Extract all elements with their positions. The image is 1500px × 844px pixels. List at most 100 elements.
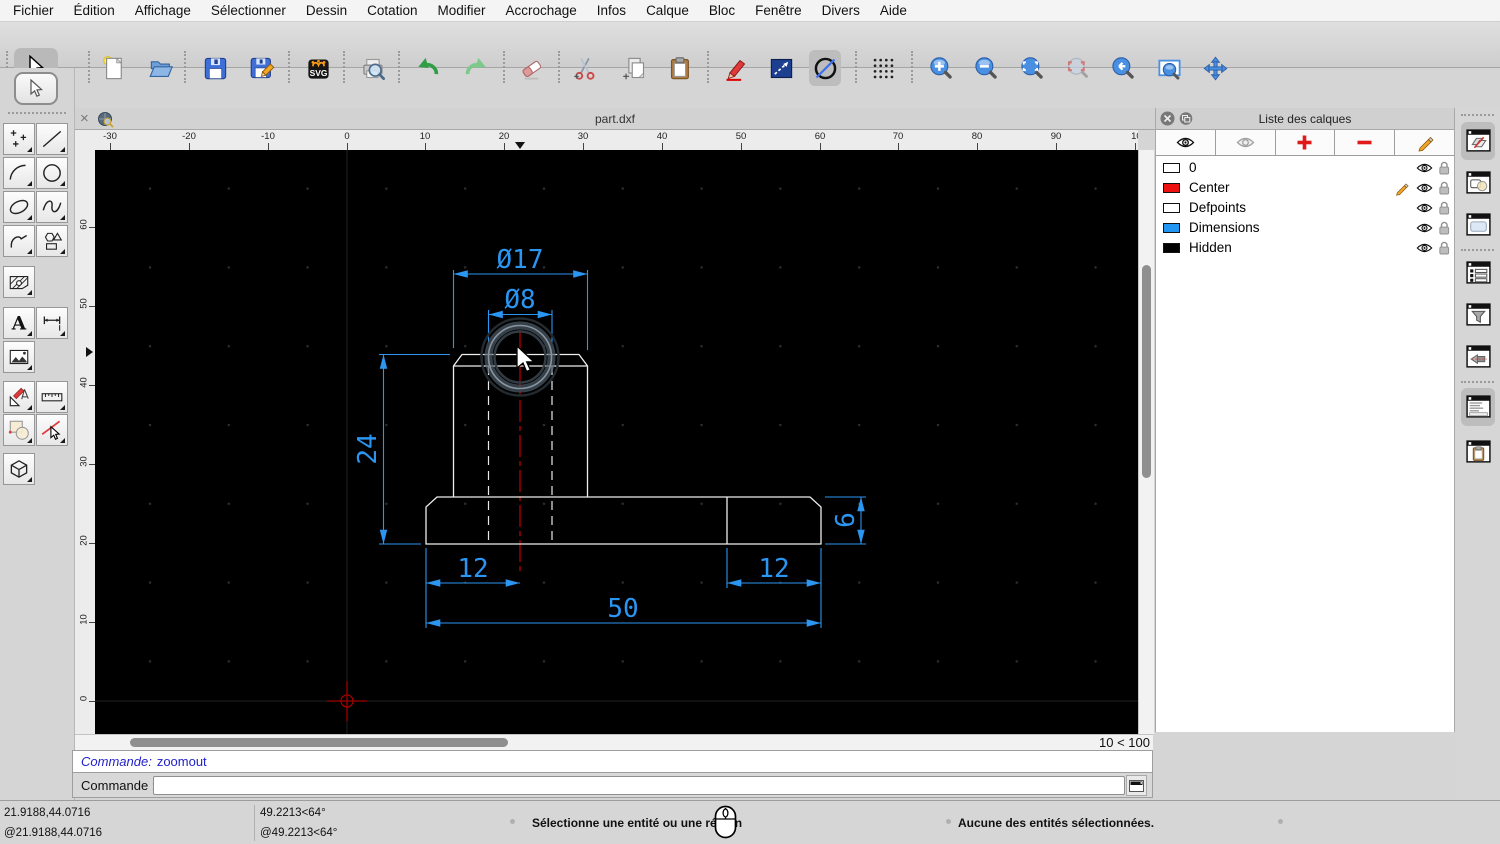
menu-affichage[interactable]: Affichage xyxy=(135,3,191,18)
show-all-layers-button[interactable] xyxy=(1156,130,1216,155)
menu-divers[interactable]: Divers xyxy=(822,3,860,18)
layer-row-0[interactable]: 0 xyxy=(1156,158,1454,178)
dimension-tool-button[interactable] xyxy=(36,307,68,339)
draft-mode-button[interactable] xyxy=(809,50,841,86)
layer-visibility-icon[interactable] xyxy=(1416,242,1433,254)
menu-accrochage[interactable]: Accrochage xyxy=(505,3,576,18)
dock-command-widget-button[interactable] xyxy=(1461,388,1495,426)
menu-dessin[interactable]: Dessin xyxy=(306,3,347,18)
zoom-out-button[interactable] xyxy=(969,50,1001,86)
menu-edition[interactable]: Édition xyxy=(74,3,115,18)
menu-infos[interactable]: Infos xyxy=(597,3,626,18)
layer-row-dimensions[interactable]: Dimensions xyxy=(1156,218,1454,238)
grid-toggle-button[interactable] xyxy=(867,50,899,86)
menu-fenetre[interactable]: Fenêtre xyxy=(755,3,802,18)
layer-color-chip[interactable] xyxy=(1163,243,1180,253)
vertical-scrollbar-thumb[interactable] xyxy=(1142,265,1151,478)
dock-exploration-button[interactable] xyxy=(1463,342,1493,372)
points-tool-button[interactable] xyxy=(3,123,35,155)
vertical-scrollbar[interactable] xyxy=(1138,150,1154,734)
layer-row-hidden[interactable]: Hidden xyxy=(1156,238,1454,258)
menu-selectionner[interactable]: Sélectionner xyxy=(211,3,286,18)
text-tool-button[interactable]: A xyxy=(3,307,35,339)
hatch-tool-button[interactable] xyxy=(3,266,35,298)
image-tool-button[interactable] xyxy=(3,341,35,373)
line-tool-button[interactable] xyxy=(36,123,68,155)
menu-cotation[interactable]: Cotation xyxy=(367,3,417,18)
select-entity-tool-button[interactable] xyxy=(36,414,68,446)
layer-name[interactable]: 0 xyxy=(1189,160,1197,175)
drawing-canvas[interactable]: Ø17 Ø8 24 6 12 12 50 xyxy=(95,150,1138,734)
dock-clipboard-button[interactable] xyxy=(1463,437,1493,467)
shapes-tool-button[interactable] xyxy=(36,225,68,257)
menu-bloc[interactable]: Bloc xyxy=(709,3,735,18)
polyline-tool-button[interactable] xyxy=(3,225,35,257)
palette-select-button[interactable] xyxy=(14,72,58,105)
zoom-previous-button[interactable] xyxy=(1106,50,1138,86)
zoom-in-button[interactable] xyxy=(924,50,956,86)
layer-lock-icon[interactable] xyxy=(1438,221,1450,235)
layer-name[interactable]: Hidden xyxy=(1189,240,1232,255)
copy-button[interactable] xyxy=(618,50,650,86)
dock-entity-filter-button[interactable] xyxy=(1463,300,1493,330)
delete-button[interactable] xyxy=(515,50,547,86)
command-keyboard-toggle-button[interactable] xyxy=(1126,775,1147,796)
dock-layer-list-button[interactable] xyxy=(1461,122,1495,160)
dock-entity-list-button[interactable] xyxy=(1463,258,1493,288)
layer-lock-icon[interactable] xyxy=(1438,181,1450,195)
arc-tool-button[interactable] xyxy=(3,157,35,189)
menu-aide[interactable]: Aide xyxy=(880,3,907,18)
layer-name[interactable]: Defpoints xyxy=(1189,200,1246,215)
circle-tool-button[interactable] xyxy=(36,157,68,189)
layer-color-chip[interactable] xyxy=(1163,203,1180,213)
layer-visibility-icon[interactable] xyxy=(1416,162,1433,174)
horizontal-scrollbar-thumb[interactable] xyxy=(130,738,508,747)
menu-modifier[interactable]: Modifier xyxy=(437,3,485,18)
print-preview-button[interactable] xyxy=(357,50,389,86)
horizontal-scrollbar[interactable] xyxy=(75,734,1153,750)
layer-color-chip[interactable] xyxy=(1163,163,1180,173)
layer-row-defpoints[interactable]: Defpoints xyxy=(1156,198,1454,218)
layer-color-chip[interactable] xyxy=(1163,223,1180,233)
menu-calque[interactable]: Calque xyxy=(646,3,689,18)
layer-lock-icon[interactable] xyxy=(1438,201,1450,215)
layer-name[interactable]: Center xyxy=(1189,180,1230,195)
dimension-lines[interactable] xyxy=(379,270,866,628)
tab-title[interactable]: part.dxf xyxy=(75,112,1155,126)
zoom-window-button[interactable] xyxy=(1153,50,1185,86)
layer-color-chip[interactable] xyxy=(1163,183,1180,193)
layer-visibility-icon[interactable] xyxy=(1416,202,1433,214)
order-tool-button[interactable] xyxy=(3,414,35,446)
layer-row-center[interactable]: Center xyxy=(1156,178,1454,198)
ellipse-tool-button[interactable] xyxy=(3,191,35,223)
new-document-button[interactable] xyxy=(98,50,130,86)
spline-tool-button[interactable] xyxy=(36,191,68,223)
zoom-pan-button[interactable] xyxy=(1199,50,1231,86)
redo-button[interactable] xyxy=(459,50,491,86)
draft-ortho-button[interactable] xyxy=(765,50,797,86)
measure-tool-button[interactable] xyxy=(36,381,68,413)
dock-library-browser-button[interactable] xyxy=(1463,210,1493,240)
layer-visibility-icon[interactable] xyxy=(1416,182,1433,194)
hide-all-layers-button[interactable] xyxy=(1216,130,1276,155)
undo-button[interactable] xyxy=(412,50,444,86)
dock-block-list-button[interactable] xyxy=(1463,168,1493,198)
modify-tool-button[interactable] xyxy=(3,381,35,413)
edit-layer-button[interactable] xyxy=(1395,130,1454,155)
menu-fichier[interactable]: Fichier xyxy=(13,3,54,18)
layer-lock-icon[interactable] xyxy=(1438,161,1450,175)
command-input[interactable] xyxy=(153,776,1125,795)
layer-lock-icon[interactable] xyxy=(1438,241,1450,255)
part-outline[interactable] xyxy=(426,355,821,545)
save-button[interactable] xyxy=(199,50,231,86)
layer-visibility-icon[interactable] xyxy=(1416,222,1433,234)
zoom-auto-button[interactable] xyxy=(1015,50,1047,86)
zoom-redraw-button[interactable] xyxy=(1061,50,1093,86)
export-svg-button[interactable]: SVG xyxy=(302,50,334,86)
solid-3d-tool-button[interactable] xyxy=(3,453,35,485)
paste-button[interactable] xyxy=(664,50,696,86)
cut-button[interactable] xyxy=(569,50,601,86)
remove-layer-button[interactable] xyxy=(1335,130,1395,155)
pen-edit-button[interactable] xyxy=(719,50,751,86)
add-layer-button[interactable] xyxy=(1276,130,1336,155)
